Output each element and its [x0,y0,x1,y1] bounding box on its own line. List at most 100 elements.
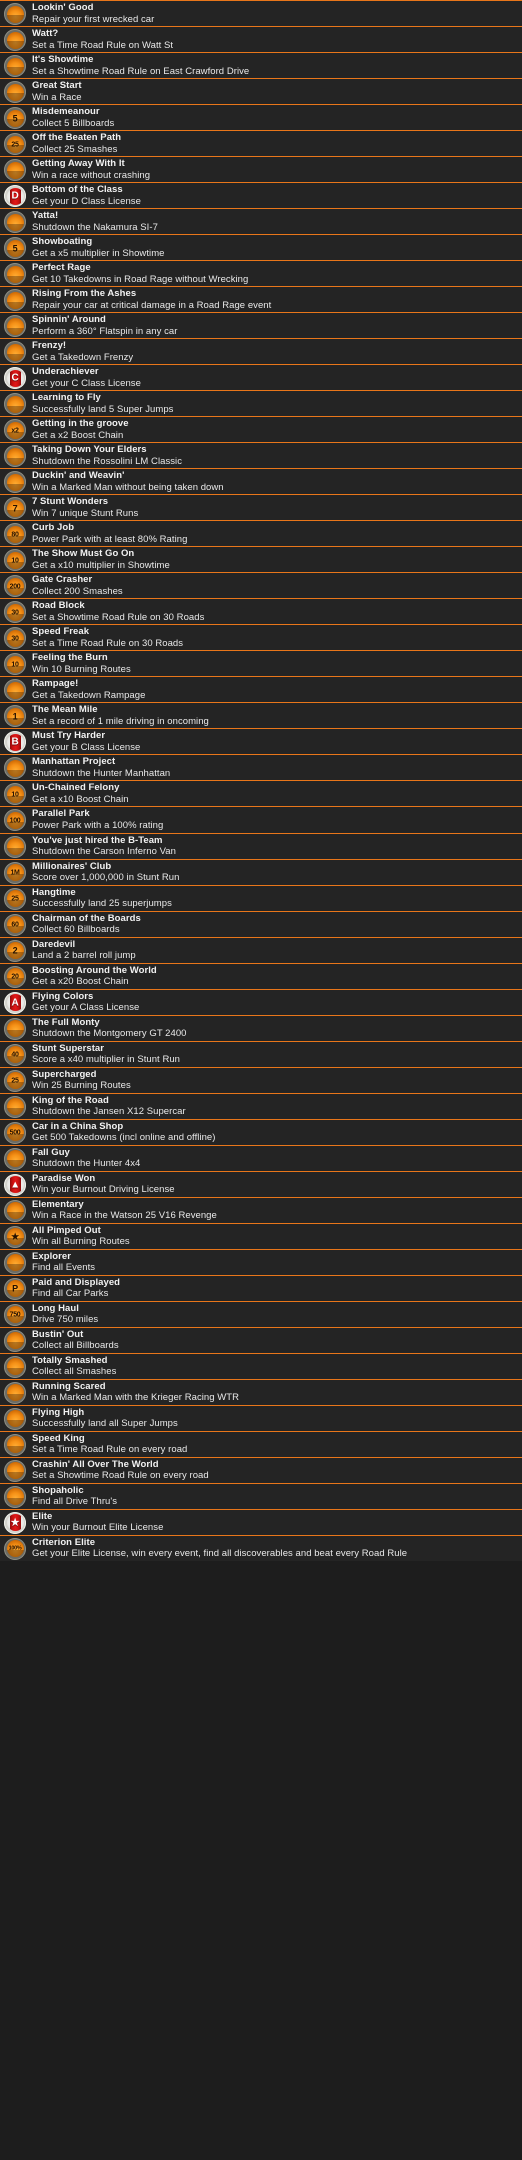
achievement-row[interactable]: D Bottom of the Class Get your D Class Lic… [0,182,522,209]
achievement-row[interactable]: ★ Elite Win your Burnout Elite License [0,1508,522,1535]
achievement-row[interactable]: 20 Boosting Around the World Get a x20 Boo… [0,962,522,989]
badge-inner [6,265,24,283]
achievement-row[interactable]: Yatta! Shutdown the Nakamura SI-7 [0,208,522,235]
achievement-row[interactable]: ★ All Pimped Out Win all Burning Routes [0,1222,522,1249]
achievement-text: Paid and Displayed Find all Car Parks [32,1276,522,1301]
achievement-row[interactable]: Lookin' Good Repair your first wrecked ca… [0,0,522,27]
achievement-text: Feeling the Burn Win 10 Burning Routes [32,651,522,676]
achievement-row[interactable]: The Full Monty Shutdown the Montgomery GT… [0,1014,522,1041]
achievement-row[interactable]: 25 Off the Beaten Path Collect 25 Smashes [0,130,522,157]
achievement-row[interactable]: Speed King Set a Time Road Rule on every … [0,1430,522,1457]
achievement-row[interactable]: 1M Millionaires' Club Score over 1,000,000… [0,858,522,885]
trophy-icon [4,289,26,312]
achievement-row[interactable]: 2 Daredevil Land a 2 barrel roll jump [0,936,522,963]
achievement-row[interactable]: 40 Stunt Superstar Score a x40 multiplier … [0,1040,522,1067]
achievement-row[interactable]: 30 Road Block Set a Showtime Road Rule on … [0,598,522,625]
achievement-row[interactable]: Bustin' Out Collect all Billboards [0,1326,522,1353]
achievement-row[interactable]: 10 Un-Chained Felony Get a x10 Boost Chain [0,780,522,807]
achievement-row[interactable]: 1 The Mean Mile Set a record of 1 mile dri… [0,702,522,729]
trophy-icon: 10 [4,653,26,676]
achievement-row[interactable]: Getting Away With It Win a race without c… [0,156,522,183]
achievement-row[interactable]: C Underachiever Get your C Class License [0,364,522,391]
achievement-row[interactable]: Running Scared Win a Marked Man with the … [0,1378,522,1405]
achievement-description: Find all Events [32,1262,96,1274]
achievement-row[interactable]: 10 The Show Must Go On Get a x10 multiplie… [0,546,522,573]
badge-glyph: 7 [12,503,18,514]
achievement-row[interactable]: It's Showtime Set a Showtime Road Rule on… [0,52,522,79]
badge-glyph: 750 [9,1311,21,1319]
achievement-row[interactable]: Explorer Find all Events [0,1248,522,1275]
achievement-row[interactable]: 25 Supercharged Win 25 Burning Routes [0,1066,522,1093]
achievement-text: Shopaholic Find all Drive Thru's [32,1484,522,1509]
achievement-row[interactable]: Spinnin' Around Perform a 360° Flatspin i… [0,312,522,339]
trophy-icon [4,1485,26,1508]
badge-glyph: 1M [10,869,20,877]
trophy-icon [4,81,26,104]
license-badge-icon: ★ [4,1511,26,1534]
achievement-row[interactable]: 500 Car in a China Shop Get 500 Takedowns … [0,1118,522,1145]
badge-inner: 100 [6,811,24,829]
badge-inner: 25 [6,890,24,908]
badge-glyph: ★ [10,1517,20,1529]
achievement-text: Watt? Set a Time Road Rule on Watt St [32,27,522,52]
achievement-row[interactable]: Perfect Rage Get 10 Takedowns in Road Rag… [0,260,522,287]
achievement-row[interactable]: 750 Long Haul Drive 750 miles [0,1300,522,1327]
achievement-row[interactable]: Duckin' and Weavin' Win a Marked Man with… [0,468,522,495]
achievement-title: Bustin' Out [32,1328,84,1340]
achievement-row[interactable]: 10 Feeling the Burn Win 10 Burning Routes [0,650,522,677]
achievement-row[interactable]: B Must Try Harder Get your B Class License [0,728,522,755]
trophy-icon: 25 [4,1069,26,1092]
achievement-row[interactable]: 80 Curb Job Power Park with at least 80% R… [0,520,522,547]
achievement-row[interactable]: Manhattan Project Shutdown the Hunter Man… [0,754,522,781]
achievement-row[interactable]: Flying High Successfully land all Super J… [0,1404,522,1431]
badge-inner: 5 [6,109,24,127]
badge-glyph: 20 [11,973,19,981]
achievement-row[interactable]: 5 Misdemeanour Collect 5 Billboards [0,104,522,131]
achievement-row[interactable]: 100% Criterion Elite Get your Elite Licens… [0,1534,522,1561]
achievement-text: King of the Road Shutdown the Jansen X12 … [32,1094,522,1119]
achievement-description: Collect 5 Billboards [32,117,115,129]
achievement-row[interactable]: 25 Hangtime Successfully land 25 superjump… [0,884,522,911]
achievement-row[interactable]: Crashin' All Over The World Set a Showtim… [0,1456,522,1483]
achievement-title: Must Try Harder [32,730,106,742]
achievement-row[interactable]: A Flying Colors Get your A Class License [0,988,522,1015]
badge-inner [6,317,24,335]
achievement-title: Rising From the Ashes [32,288,137,300]
achievement-row[interactable]: Learning to Fly Successfully land 5 Super… [0,390,522,417]
achievement-description: Set a Time Road Rule on Watt St [32,39,174,51]
achievement-row[interactable]: ▲ Paradise Won Win your Burnout Driving Li… [0,1170,522,1197]
badge-inner [6,1254,24,1272]
trophy-icon: 10 [4,549,26,572]
achievement-row[interactable]: Great Start Win a Race [0,78,522,105]
achievement-row[interactable]: 100 Parallel Park Power Park with a 100% r… [0,806,522,833]
achievement-row[interactable]: Rampage! Get a Takedown Rampage [0,676,522,703]
achievement-row[interactable]: Watt? Set a Time Road Rule on Watt St [0,26,522,53]
badge-inner: 2 [6,942,24,960]
achievement-row[interactable]: King of the Road Shutdown the Jansen X12 … [0,1092,522,1119]
achievement-row[interactable]: 60 Chairman of the Boards Collect 60 Billb… [0,910,522,937]
achievement-row[interactable]: P Paid and Displayed Find all Car Parks [0,1274,522,1301]
achievement-row[interactable]: 200 Gate Crasher Collect 200 Smashes [0,572,522,599]
achievement-text: Running Scared Win a Marked Man with the … [32,1380,522,1405]
achievement-description: Land a 2 barrel roll jump [32,950,136,962]
achievement-row[interactable]: You've just hired the B-Team Shutdown the… [0,832,522,859]
achievement-title: Misdemeanour [32,106,100,118]
achievement-row[interactable]: 5 Showboating Get a x5 multiplier in Showt… [0,234,522,261]
achievement-row[interactable]: Totally Smashed Collect all Smashes [0,1352,522,1379]
achievement-list[interactable]: Lookin' Good Repair your first wrecked ca… [0,0,522,2160]
achievement-text: Un-Chained Felony Get a x10 Boost Chain [32,781,522,806]
achievement-row[interactable]: 30 Speed Freak Set a Time Road Rule on 30 … [0,624,522,651]
trophy-icon [4,211,26,234]
achievement-row[interactable]: Elementary Win a Race in the Watson 25 V1… [0,1196,522,1223]
achievement-text: Taking Down Your Elders Shutdown the Ross… [32,443,522,468]
achievement-row[interactable]: 7 7 Stunt Wonders Win 7 unique Stunt Runs [0,494,522,521]
achievement-row[interactable]: Taking Down Your Elders Shutdown the Ross… [0,442,522,469]
achievement-description: Win a Marked Man with the Krieger Racing… [32,1392,240,1404]
achievement-row[interactable]: Frenzy! Get a Takedown Frenzy [0,338,522,365]
achievement-row[interactable]: Fall Guy Shutdown the Hunter 4x4 [0,1144,522,1171]
achievement-row[interactable]: Shopaholic Find all Drive Thru's [0,1482,522,1509]
achievement-text: Long Haul Drive 750 miles [32,1302,522,1327]
achievement-title: Bottom of the Class [32,184,123,196]
achievement-row[interactable]: x2 Getting in the groove Get a x2 Boost Ch… [0,416,522,443]
achievement-row[interactable]: Rising From the Ashes Repair your car at … [0,286,522,313]
